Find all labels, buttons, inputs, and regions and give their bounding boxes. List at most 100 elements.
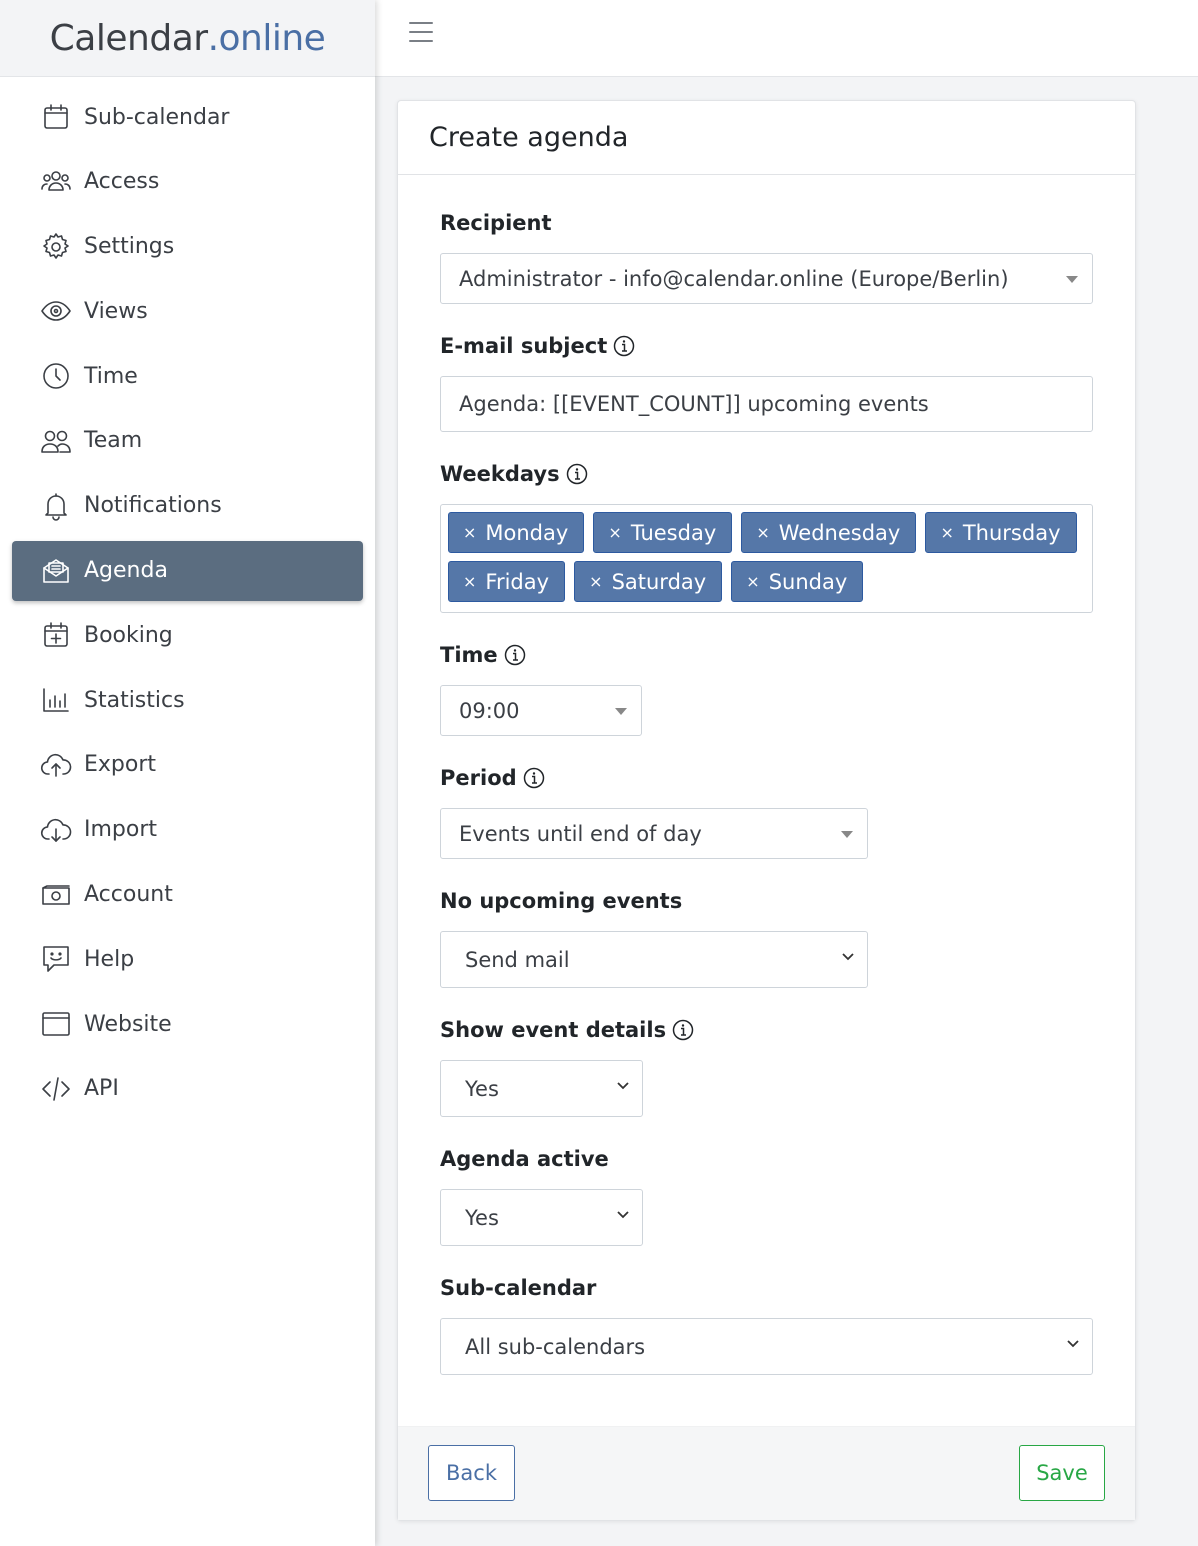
- sidebar-item-settings[interactable]: Settings: [12, 217, 363, 277]
- info-icon[interactable]: [523, 767, 545, 789]
- period-select[interactable]: Events until end of day: [440, 808, 868, 859]
- weekday-tag-tuesday[interactable]: × Tuesday: [593, 512, 733, 553]
- tag-label: Monday: [485, 520, 569, 545]
- subject-group: E-mail subject Agenda: [[EVENT_COUNT]] u…: [440, 332, 1093, 460]
- weekday-tag-wednesday[interactable]: × Wednesday: [741, 512, 917, 553]
- weekday-tag-saturday[interactable]: × Saturday: [574, 561, 723, 602]
- bar-chart-icon: [38, 682, 74, 718]
- subcal-label-text: Sub-calendar: [440, 1276, 597, 1300]
- remove-icon[interactable]: ×: [608, 523, 621, 542]
- sidebar-item-help[interactable]: Help: [12, 929, 363, 989]
- sidebar-item-team[interactable]: Team: [12, 411, 363, 471]
- subcal-group: Sub-calendar All sub-calendars: [440, 1274, 1093, 1375]
- sidebar-item-label: Help: [84, 946, 135, 972]
- weekday-tag-sunday[interactable]: × Sunday: [731, 561, 864, 602]
- cloud-upload-icon: [38, 747, 74, 783]
- remove-icon[interactable]: ×: [940, 523, 953, 542]
- sidebar-item-sub-calendar[interactable]: Sub-calendar: [12, 87, 363, 147]
- sidebar-item-label: Account: [84, 882, 173, 908]
- subcal-select[interactable]: All sub-calendars: [440, 1318, 1093, 1375]
- sidebar-item-label: Views: [84, 298, 148, 324]
- brand-logo[interactable]: Calendar .online: [0, 0, 375, 77]
- info-icon[interactable]: [613, 335, 635, 357]
- topbar: [375, 0, 1198, 77]
- weekday-tag-thursday[interactable]: × Thursday: [925, 512, 1077, 553]
- period-label: Period: [440, 764, 1093, 792]
- sidebar-item-label: Booking: [84, 622, 173, 648]
- active-label-text: Agenda active: [440, 1147, 609, 1171]
- no-events-label-text: No upcoming events: [440, 889, 683, 913]
- sidebar-item-agenda[interactable]: Agenda: [12, 540, 363, 601]
- sidebar-item-views[interactable]: Views: [12, 281, 363, 341]
- recipient-label-text: Recipient: [440, 211, 552, 235]
- sidebar-item-time[interactable]: Time: [12, 346, 363, 406]
- info-icon[interactable]: [504, 644, 526, 666]
- tag-label: Wednesday: [778, 520, 901, 545]
- subcal-label: Sub-calendar: [440, 1274, 1093, 1302]
- details-value: Yes: [465, 1076, 499, 1101]
- sidebar-item-label: Team: [84, 428, 143, 454]
- remove-icon[interactable]: ×: [756, 523, 769, 542]
- subject-value: Agenda: [[EVENT_COUNT]] upcoming events: [459, 392, 929, 416]
- save-button[interactable]: Save: [1019, 1445, 1105, 1501]
- sidebar-item-label: Export: [84, 752, 157, 778]
- users-icon: [38, 164, 74, 200]
- brand-part-2: .online: [207, 17, 326, 59]
- no-events-select[interactable]: Send mail: [440, 931, 868, 988]
- weekdays-multiselect[interactable]: × Monday × Tuesday × Wednesday × Thursday × F…: [440, 504, 1093, 613]
- sidebar-item-api[interactable]: API: [12, 1059, 363, 1119]
- remove-icon[interactable]: ×: [746, 572, 759, 591]
- card-footer: Back Save: [398, 1426, 1135, 1520]
- menu-toggle-icon[interactable]: [409, 22, 433, 44]
- sidebar-item-statistics[interactable]: Statistics: [12, 670, 363, 730]
- sidebar-item-booking[interactable]: Booking: [12, 605, 363, 665]
- time-label: Time: [440, 641, 1093, 669]
- bell-icon: [38, 488, 74, 524]
- active-value: Yes: [465, 1205, 499, 1230]
- page-title: Create agenda: [398, 101, 1135, 175]
- sidebar-item-label: Settings: [84, 234, 175, 260]
- active-group: Agenda active Yes: [440, 1145, 1093, 1274]
- calendar-icon: [38, 99, 74, 135]
- sidebar-item-label: Notifications: [84, 493, 222, 519]
- sidebar-item-label: Time: [84, 363, 138, 389]
- info-icon[interactable]: [672, 1019, 694, 1041]
- sidebar-item-website[interactable]: Website: [12, 994, 363, 1054]
- subject-input[interactable]: Agenda: [[EVENT_COUNT]] upcoming events: [440, 376, 1093, 432]
- gear-icon: [38, 229, 74, 265]
- sidebar-item-account[interactable]: Account: [12, 865, 363, 925]
- details-group: Show event details Yes: [440, 1016, 1093, 1145]
- sidebar-item-label: Statistics: [84, 687, 185, 713]
- brand-part-1: Calendar: [49, 17, 208, 59]
- recipient-select[interactable]: Administrator - info@calendar.online (Eu…: [440, 253, 1093, 304]
- remove-icon[interactable]: ×: [589, 572, 602, 591]
- no-events-group: No upcoming events Send mail: [440, 887, 1093, 1016]
- envelope-open-icon: [38, 553, 74, 589]
- sidebar-item-notifications[interactable]: Notifications: [12, 476, 363, 536]
- no-events-value: Send mail: [465, 947, 570, 972]
- sidebar-item-access[interactable]: Access: [12, 152, 363, 212]
- chevron-down-icon: [842, 953, 854, 961]
- recipient-label: Recipient: [440, 209, 1093, 237]
- back-button[interactable]: Back: [428, 1445, 515, 1501]
- tag-label: Thursday: [962, 520, 1061, 545]
- form-body: Recipient Administrator - info@calendar.…: [398, 175, 1135, 1375]
- remove-icon[interactable]: ×: [463, 523, 476, 542]
- weekdays-label-text: Weekdays: [440, 462, 560, 486]
- weekday-tag-monday[interactable]: × Monday: [448, 512, 585, 553]
- create-agenda-card: Create agenda Recipient Administrator - …: [397, 100, 1136, 1521]
- chevron-down-icon: [1067, 1340, 1079, 1348]
- browser-window-icon: [38, 1006, 74, 1042]
- details-select[interactable]: Yes: [440, 1060, 643, 1117]
- weekday-tag-friday[interactable]: × Friday: [448, 561, 566, 602]
- time-select[interactable]: 09:00: [440, 685, 642, 736]
- sidebar-item-import[interactable]: Import: [12, 800, 363, 860]
- active-select[interactable]: Yes: [440, 1189, 643, 1246]
- caret-down-icon: [841, 831, 853, 838]
- subcal-value: All sub-calendars: [465, 1334, 646, 1359]
- sidebar-item-export[interactable]: Export: [12, 735, 363, 795]
- info-icon[interactable]: [566, 463, 588, 485]
- remove-icon[interactable]: ×: [463, 572, 476, 591]
- chevron-down-icon: [617, 1082, 629, 1090]
- sidebar-item-label: Website: [84, 1011, 172, 1037]
